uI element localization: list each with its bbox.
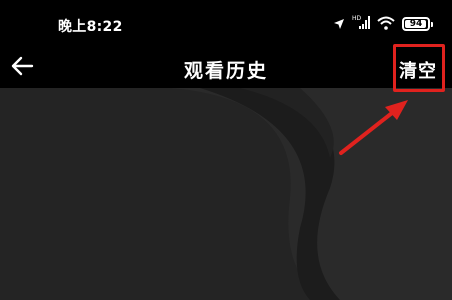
annotation-arrow xyxy=(339,100,408,155)
